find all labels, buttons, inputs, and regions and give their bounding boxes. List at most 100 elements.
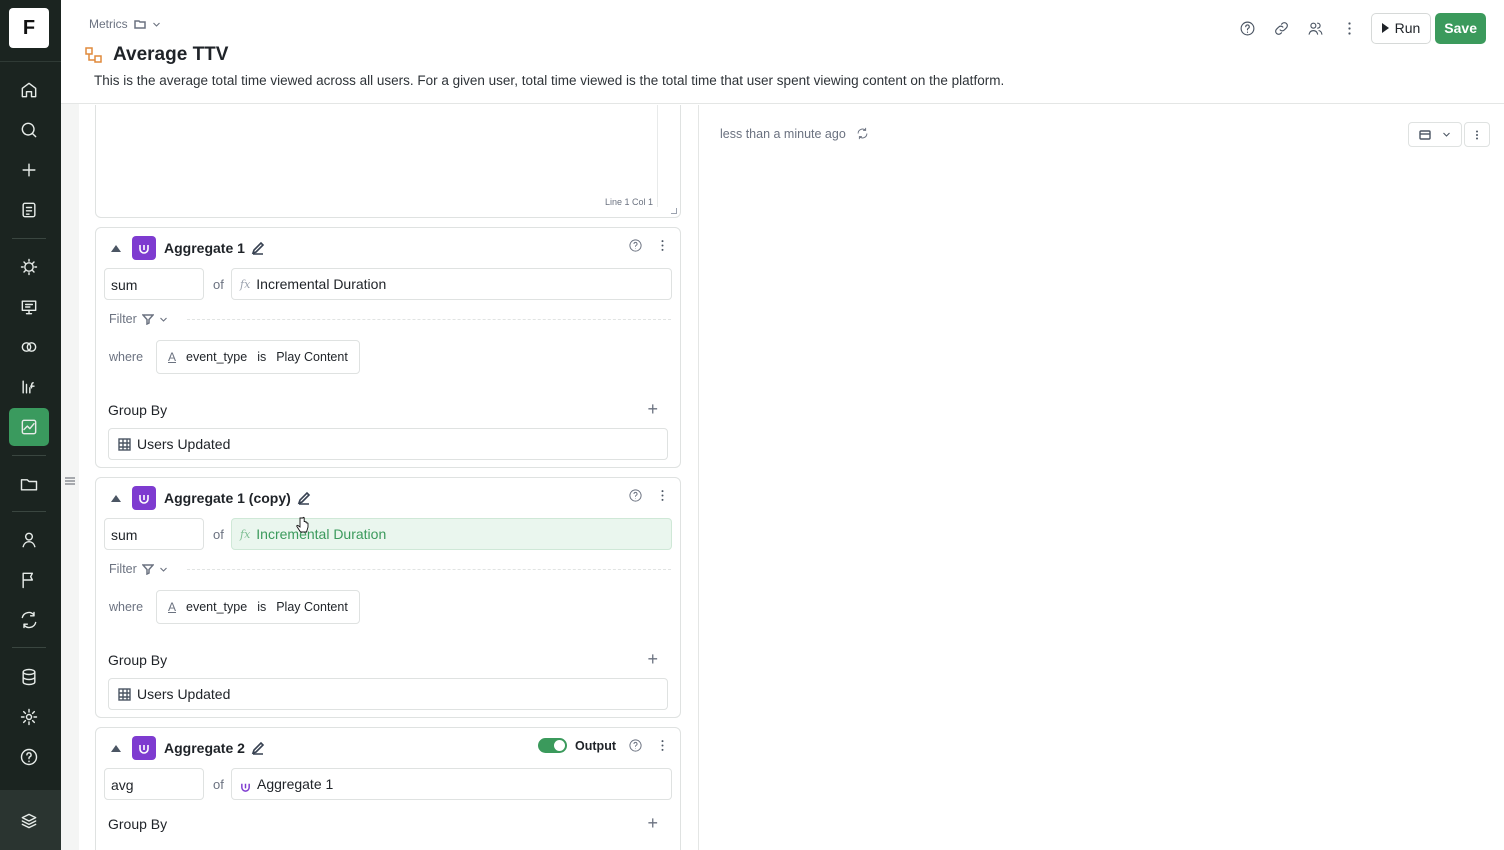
group-by-label: Group By [108,816,168,832]
filter-condition-row: where A event_type is Play Content [109,340,360,374]
notebook-icon[interactable] [9,191,49,229]
rail-footer [0,790,61,850]
text-type-icon: A [168,600,177,614]
home-icon[interactable] [9,71,49,109]
database-icon[interactable] [9,658,49,696]
group-by-field[interactable]: Users Updated [108,428,668,460]
table-icon [118,437,131,451]
filter-toggle[interactable]: Filter [109,561,671,577]
header-actions: Run Save [1231,12,1504,44]
lightbulb-icon[interactable] [9,248,49,286]
share-users-icon[interactable] [1299,12,1333,44]
chevron-down-icon [1442,132,1450,137]
last-run-status: less than a minute ago [720,126,870,141]
table-view-icon [1419,129,1431,140]
column-select[interactable]: Aggregate 1 [231,768,672,800]
aggregate-card: Aggregate 1 sum of fx Incremental Durati… [95,227,681,468]
chevron-down-icon [159,317,167,322]
circles-icon[interactable] [9,328,49,366]
mouse-cursor-icon [296,516,309,533]
results-more-button[interactable] [1464,122,1490,147]
filter-condition[interactable]: A event_type is Play Content [156,590,360,624]
aggregate-icon [132,736,156,760]
aggregate-card: Aggregate 2 Output avg of Aggregate 1 Gr… [95,727,681,850]
add-group-by-button[interactable]: + [647,814,658,832]
text-type-icon: A [168,350,177,364]
of-label: of [213,277,224,292]
edit-icon[interactable] [251,241,265,255]
panel-gutter [61,0,79,850]
filter-icon [141,314,154,325]
title-row: Average TTV [85,44,228,66]
metrics-icon[interactable] [9,408,49,446]
page-description[interactable]: This is the average total time viewed ac… [94,73,1004,88]
table-icon [118,687,131,701]
output-label: Output [575,738,616,753]
plus-icon[interactable] [9,151,49,189]
aggregate-title[interactable]: Aggregate 2 [164,740,265,756]
more-vertical-icon[interactable] [1333,12,1367,44]
more-vertical-icon[interactable] [655,238,670,253]
search-icon[interactable] [9,111,49,149]
link-icon[interactable] [1265,12,1299,44]
collapse-icon[interactable] [111,495,121,502]
refresh-icon[interactable] [9,601,49,639]
folder-icon[interactable] [9,465,49,503]
view-type-select[interactable] [1408,122,1462,147]
settings-icon[interactable] [9,698,49,736]
of-label: of [213,527,224,542]
metric-builder-panel: Line 1 Col 1 Aggregate 1 sum of fx Incre… [79,105,699,850]
aggregate-card: Aggregate 1 (copy) sum of fx Incremental… [95,477,681,718]
code-editor[interactable]: Line 1 Col 1 [95,105,681,218]
help-icon[interactable] [1231,12,1265,44]
drag-handle-icon[interactable] [64,474,76,486]
more-vertical-icon[interactable] [655,738,670,753]
refresh-icon[interactable] [855,126,870,141]
presentation-icon[interactable] [9,288,49,326]
editor-cursor-info: Line 1 Col 1 [604,197,653,207]
workspace-logo[interactable]: F [9,8,49,48]
user-icon[interactable] [9,521,49,559]
flag-icon[interactable] [9,561,49,599]
aggregate-title[interactable]: Aggregate 1 [164,240,265,256]
aggregate-title[interactable]: Aggregate 1 (copy) [164,490,311,506]
filter-icon [141,564,154,575]
more-vertical-icon[interactable] [655,488,670,503]
breadcrumb-metrics[interactable]: Metrics [89,17,128,31]
formula-icon[interactable] [9,368,49,406]
add-group-by-button[interactable]: + [647,650,658,668]
add-group-by-button[interactable]: + [647,400,658,418]
group-by-label: Group By [108,402,168,418]
function-select[interactable]: sum [104,518,204,550]
fx-icon: fx [240,527,251,541]
edit-icon[interactable] [251,741,265,755]
fx-icon: fx [240,277,251,291]
group-by-field[interactable]: Users Updated [108,678,668,710]
filter-toggle[interactable]: Filter [109,311,671,327]
help-icon[interactable] [628,488,643,503]
of-label: of [213,777,224,792]
stack-icon[interactable] [9,802,49,840]
help-icon[interactable] [628,738,643,753]
breadcrumb[interactable]: Metrics [89,17,161,31]
chevron-down-icon [152,22,160,27]
aggregate-header: Aggregate 1 [96,236,680,260]
more-vertical-icon [1476,130,1478,139]
resize-handle[interactable] [671,208,677,214]
help-icon[interactable] [628,238,643,253]
collapse-icon[interactable] [111,745,121,752]
function-select[interactable]: sum [104,268,204,300]
run-button[interactable]: Run [1370,12,1432,44]
save-button[interactable]: Save [1435,12,1486,44]
filter-condition[interactable]: A event_type is Play Content [156,340,360,374]
function-select[interactable]: avg [104,768,204,800]
collapse-icon[interactable] [111,245,121,252]
aggregate-icon [240,779,251,792]
page-title[interactable]: Average TTV [113,44,228,66]
edit-icon[interactable] [297,491,311,505]
column-select[interactable]: fx Incremental Duration [231,268,672,300]
aggregate-header: Aggregate 2 Output [96,736,680,760]
help-icon[interactable] [9,738,49,776]
filter-condition-row: where A event_type is Play Content [109,590,360,624]
output-toggle[interactable] [538,738,568,753]
